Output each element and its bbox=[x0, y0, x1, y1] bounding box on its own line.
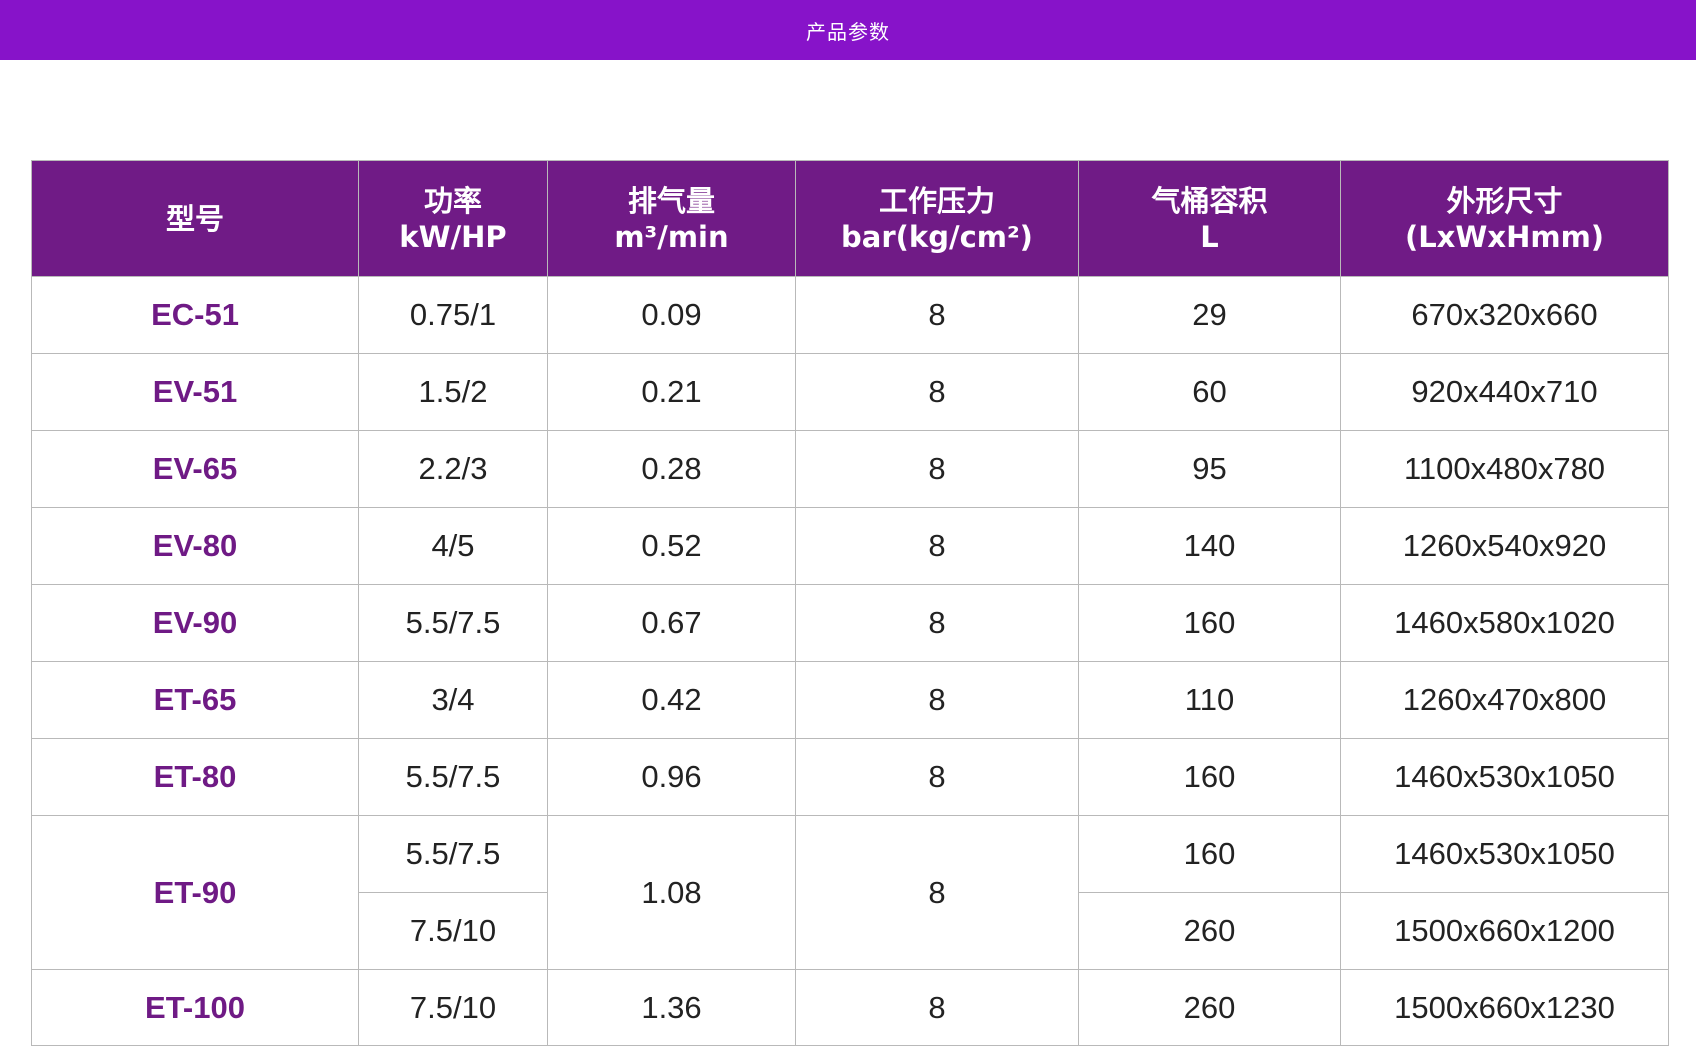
header-tank-volume: 气桶容积 L bbox=[1078, 160, 1341, 277]
cell-air-delivery: 0.09 bbox=[547, 276, 796, 354]
header-label: 型号 bbox=[165, 201, 224, 236]
cell-model: ET-80 bbox=[31, 738, 359, 816]
table-row: ET-80 5.5/7.5 0.96 8 160 1460x530x1050 bbox=[31, 738, 1669, 816]
cell-model: ET-65 bbox=[31, 661, 359, 739]
cell-tank: 60 bbox=[1078, 353, 1341, 431]
cell-power: 0.75/1 bbox=[358, 276, 548, 354]
cell-size: 1260x470x800 bbox=[1340, 661, 1669, 739]
table-row: EV-65 2.2/3 0.28 8 95 1100x480x780 bbox=[31, 430, 1669, 508]
cell-power: 4/5 bbox=[358, 507, 548, 585]
cell-model: EV-65 bbox=[31, 430, 359, 508]
header-label: 外形尺寸 bbox=[1446, 183, 1563, 218]
cell-tank: 95 bbox=[1078, 430, 1341, 508]
cell-pressure: 8 bbox=[795, 969, 1079, 1046]
table-row: ET-65 3/4 0.42 8 110 1260x470x800 bbox=[31, 661, 1669, 739]
cell-size: 1100x480x780 bbox=[1340, 430, 1669, 508]
header-dimensions: 外形尺寸 (LxWxHmm) bbox=[1340, 160, 1669, 277]
header-unit: (LxWxHmm) bbox=[1404, 219, 1605, 254]
cell-pressure: 8 bbox=[795, 507, 1079, 585]
table-row: EV-90 5.5/7.5 0.67 8 160 1460x580x1020 bbox=[31, 584, 1669, 662]
cell-model: EC-51 bbox=[31, 276, 359, 354]
cell-model: EV-90 bbox=[31, 584, 359, 662]
header-label: 功率 bbox=[423, 183, 482, 218]
cell-pressure: 8 bbox=[795, 738, 1079, 816]
table-header-row: 型号 功率 kW/HP 排气量 m³/min 工作压力 bar(kg/cm²) … bbox=[31, 160, 1669, 277]
cell-pressure: 8 bbox=[795, 815, 1079, 970]
cell-size: 1500x660x1230 bbox=[1340, 969, 1669, 1046]
header-label: 气桶容积 bbox=[1151, 183, 1268, 218]
cell-power: 5.5/7.5 bbox=[358, 738, 548, 816]
cell-size: 920x440x710 bbox=[1340, 353, 1669, 431]
cell-air-delivery: 1.36 bbox=[547, 969, 796, 1046]
cell-model: ET-90 bbox=[31, 815, 359, 970]
header-unit: kW/HP bbox=[399, 219, 507, 254]
cell-tank: 29 bbox=[1078, 276, 1341, 354]
cell-tank: 140 bbox=[1078, 507, 1341, 585]
cell-tank: 160 bbox=[1078, 815, 1341, 893]
cell-size: 1460x530x1050 bbox=[1340, 738, 1669, 816]
cell-pressure: 8 bbox=[795, 661, 1079, 739]
cell-power: 7.5/10 bbox=[358, 892, 548, 970]
cell-tank: 110 bbox=[1078, 661, 1341, 739]
header-label: 工作压力 bbox=[878, 183, 995, 218]
cell-power: 1.5/2 bbox=[358, 353, 548, 431]
cell-size: 1500x660x1200 bbox=[1340, 892, 1669, 970]
header-air-delivery: 排气量 m³/min bbox=[547, 160, 796, 277]
header-power: 功率 kW/HP bbox=[358, 160, 548, 277]
cell-model: ET-100 bbox=[31, 969, 359, 1046]
cell-air-delivery: 0.67 bbox=[547, 584, 796, 662]
cell-tank: 160 bbox=[1078, 584, 1341, 662]
cell-air-delivery: 0.28 bbox=[547, 430, 796, 508]
product-spec-table: 型号 功率 kW/HP 排气量 m³/min 工作压力 bar(kg/cm²) … bbox=[31, 160, 1669, 1046]
cell-power: 2.2/3 bbox=[358, 430, 548, 508]
table-row: ET-100 7.5/10 1.36 8 260 1500x660x1230 bbox=[31, 969, 1669, 1046]
table-row: EV-80 4/5 0.52 8 140 1260x540x920 bbox=[31, 507, 1669, 585]
cell-model: EV-80 bbox=[31, 507, 359, 585]
cell-power: 5.5/7.5 bbox=[358, 584, 548, 662]
header-working-pressure: 工作压力 bar(kg/cm²) bbox=[795, 160, 1079, 277]
page-title: 产品参数 bbox=[806, 19, 890, 44]
header-model: 型号 bbox=[31, 160, 359, 277]
header-label: 排气量 bbox=[627, 183, 715, 218]
header-unit: L bbox=[1200, 219, 1219, 254]
cell-size: 1460x530x1050 bbox=[1340, 815, 1669, 893]
cell-size: 1460x580x1020 bbox=[1340, 584, 1669, 662]
table-row-et90-a: ET-90 5.5/7.5 1.08 8 160 1460x530x1050 bbox=[31, 815, 1669, 970]
header-unit: bar(kg/cm²) bbox=[841, 219, 1033, 254]
table-row: EC-51 0.75/1 0.09 8 29 670x320x660 bbox=[31, 276, 1669, 354]
cell-power: 5.5/7.5 bbox=[358, 815, 548, 893]
cell-tank: 160 bbox=[1078, 738, 1341, 816]
cell-air-delivery: 0.21 bbox=[547, 353, 796, 431]
cell-size: 670x320x660 bbox=[1340, 276, 1669, 354]
cell-air-delivery: 0.42 bbox=[547, 661, 796, 739]
cell-air-delivery: 1.08 bbox=[547, 815, 796, 970]
cell-power: 7.5/10 bbox=[358, 969, 548, 1046]
cell-size: 1260x540x920 bbox=[1340, 507, 1669, 585]
table-row: EV-51 1.5/2 0.21 8 60 920x440x710 bbox=[31, 353, 1669, 431]
cell-pressure: 8 bbox=[795, 276, 1079, 354]
cell-pressure: 8 bbox=[795, 584, 1079, 662]
cell-tank: 260 bbox=[1078, 892, 1341, 970]
cell-model: EV-51 bbox=[31, 353, 359, 431]
cell-pressure: 8 bbox=[795, 430, 1079, 508]
cell-air-delivery: 0.96 bbox=[547, 738, 796, 816]
header-unit: m³/min bbox=[614, 219, 729, 254]
cell-tank: 260 bbox=[1078, 969, 1341, 1046]
cell-pressure: 8 bbox=[795, 353, 1079, 431]
page-title-bar: 产品参数 bbox=[0, 0, 1696, 60]
cell-power: 3/4 bbox=[358, 661, 548, 739]
cell-air-delivery: 0.52 bbox=[547, 507, 796, 585]
